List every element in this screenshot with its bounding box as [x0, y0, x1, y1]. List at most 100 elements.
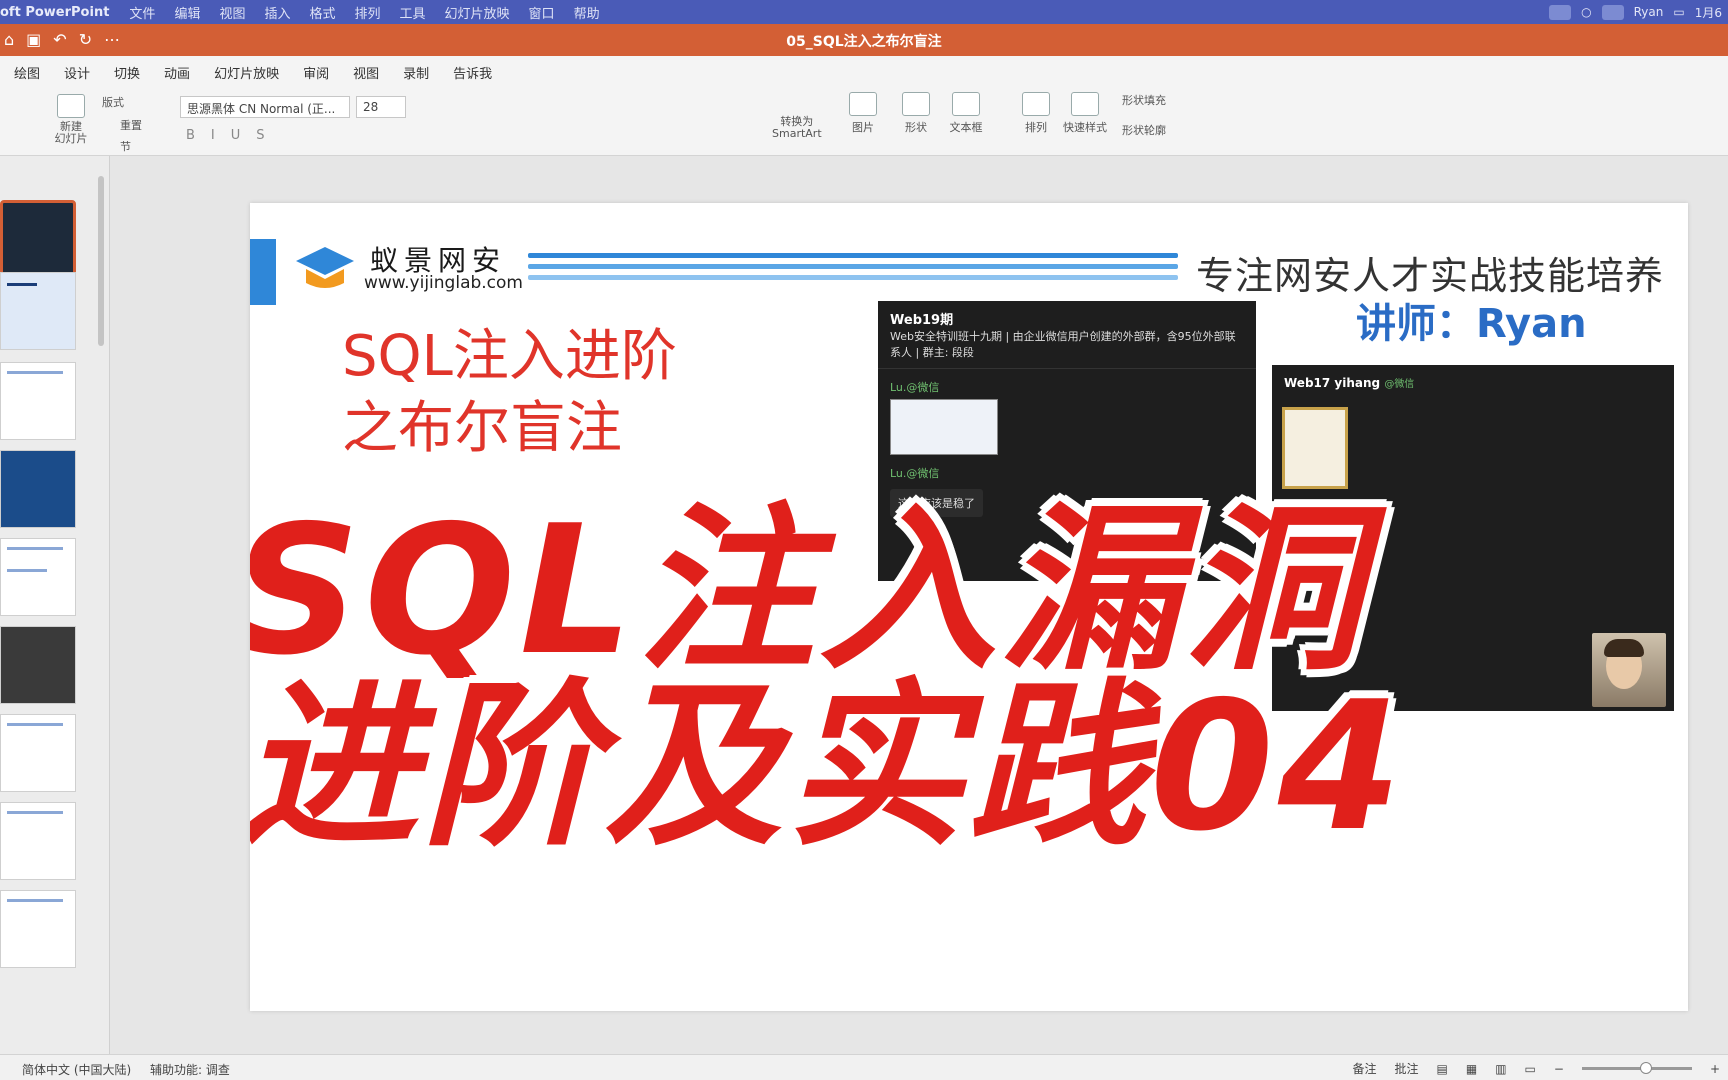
slide-thumbnail[interactable] — [0, 802, 76, 880]
slide-thumbnail[interactable] — [0, 890, 76, 968]
shape-fill-button[interactable]: 形状填充 — [1122, 92, 1166, 108]
app-name[interactable]: oft PowerPoint — [0, 5, 109, 20]
text-format-row: B I U S — [186, 128, 265, 143]
menubar-status-area: ○ Ryan ▭ 1月6 — [1549, 0, 1722, 24]
slide-thumbnail[interactable] — [0, 450, 76, 528]
menu-file[interactable]: 文件 — [129, 3, 155, 22]
user-name[interactable]: Ryan — [1634, 5, 1664, 19]
section-button[interactable]: 节 — [120, 138, 131, 154]
reading-view-icon[interactable]: ▥ — [1495, 1062, 1506, 1076]
tab-draw[interactable]: 绘图 — [14, 63, 40, 82]
shape-outline-button[interactable]: 形状轮廓 — [1122, 122, 1166, 138]
zoom-slider-knob[interactable] — [1639, 1062, 1652, 1074]
accessibility-indicator[interactable]: 辅助功能: 调查 — [150, 1061, 230, 1078]
menu-bar: oft PowerPoint 文件 编辑 视图 插入 格式 排列 工具 幻灯片放… — [0, 0, 1728, 24]
menu-tools[interactable]: 工具 — [400, 3, 426, 22]
font-size-select[interactable]: 28 — [356, 96, 406, 118]
zoom-out-icon[interactable]: − — [1554, 1062, 1564, 1076]
lecturer-name: 讲师：Ryan — [1356, 301, 1587, 347]
underline-button[interactable]: U — [231, 128, 241, 143]
slide-thumbnail[interactable] — [0, 272, 76, 350]
new-slide-label: 新建 幻灯片 — [54, 120, 88, 145]
shape-icon — [902, 92, 930, 116]
reset-button[interactable]: 重置 — [120, 117, 142, 133]
shape-button[interactable]: 形状 — [898, 92, 934, 135]
search-icon[interactable]: ○ — [1581, 5, 1591, 19]
decorative-stripes — [528, 253, 1178, 286]
input-method-icon[interactable] — [1601, 4, 1624, 20]
slide-thumbnail[interactable] — [0, 714, 76, 792]
arrange-button[interactable]: 排列 — [1018, 92, 1054, 135]
textbox-button[interactable]: 文本框 — [946, 92, 986, 135]
presenter-view-icon[interactable]: ▭ — [1525, 1062, 1536, 1076]
clock-date[interactable]: 1月6 — [1695, 4, 1722, 21]
document-title: 05_SQL注入之布尔盲注 — [786, 34, 942, 50]
slide-accent-bar — [250, 239, 276, 305]
window-title-bar: ⌂ ▣ ↶ ↻ ⋯ 05_SQL注入之布尔盲注 — [0, 24, 1728, 56]
slide-thumbnail[interactable] — [0, 538, 76, 616]
slide-thumbnail[interactable] — [0, 200, 76, 278]
new-slide-button[interactable]: 新建 幻灯片 — [48, 94, 94, 145]
tell-me-search[interactable]: 告诉我 — [453, 63, 492, 82]
subtitle-line2: 之布尔盲注 — [342, 396, 622, 461]
graduation-cap-logo — [296, 247, 354, 288]
tab-review[interactable]: 审阅 — [303, 63, 329, 82]
bold-button[interactable]: B — [186, 128, 195, 143]
ribbon-toolbar: 新建 幻灯片 版式 重置 节 思源黑体 CN Normal (正... 28 B… — [0, 88, 1728, 156]
menu-edit[interactable]: 编辑 — [174, 3, 200, 22]
zoom-slider[interactable] — [1581, 1062, 1692, 1074]
menu-format[interactable]: 格式 — [309, 3, 335, 22]
chat-header: Web19期 Web安全特训班十九期 | 由企业微信用户创建的外部群，含95位外… — [878, 301, 1256, 369]
slide-thumbnail[interactable] — [0, 362, 76, 440]
slide-subtitle: SQL注入进阶 之布尔盲注 — [342, 321, 677, 465]
slide[interactable]: 蚁景网安 www.yijinglab.com 专注网安人才实战技能培养 讲师：R… — [250, 203, 1688, 1011]
slide-sorter-icon[interactable]: ▦ — [1466, 1062, 1477, 1076]
chat-description: Web安全特训班十九期 | 由企业微信用户创建的外部群，含95位外部联系人 | … — [890, 330, 1236, 359]
slide-thumbnail[interactable] — [0, 626, 76, 704]
menu-arrange[interactable]: 排列 — [355, 3, 381, 22]
chat2-title: Web17 yihang — [1284, 376, 1381, 390]
arrange-icon — [1022, 92, 1050, 116]
chat-sender: Lu.@微信 — [890, 381, 940, 394]
menu-window[interactable]: 窗口 — [529, 3, 555, 22]
tab-design[interactable]: 设计 — [64, 63, 90, 82]
notes-button[interactable]: 备注 — [1352, 1060, 1376, 1077]
tab-transitions[interactable]: 切换 — [114, 63, 140, 82]
tab-slideshow[interactable]: 幻灯片放映 — [214, 63, 279, 82]
battery-icon[interactable]: ▭ — [1673, 5, 1684, 19]
normal-view-icon[interactable]: ▤ — [1437, 1062, 1448, 1076]
strikethrough-button[interactable]: S — [256, 128, 264, 143]
language-indicator[interactable]: 简体中文 (中国大陆) — [22, 1061, 131, 1078]
layout-button[interactable]: 版式 — [102, 94, 124, 110]
new-slide-icon — [57, 94, 85, 118]
thumbnail-scrollbar[interactable] — [98, 176, 104, 346]
textbox-icon — [952, 92, 980, 116]
tab-view[interactable]: 视图 — [353, 63, 379, 82]
ribbon-tabs: 绘图 设计 切换 动画 幻灯片放映 审阅 视图 录制 告诉我 — [0, 56, 1728, 88]
screen-mirror-icon[interactable] — [1549, 4, 1572, 20]
menu-insert[interactable]: 插入 — [264, 3, 290, 22]
menu-slideshow[interactable]: 幻灯片放映 — [445, 3, 510, 22]
picture-button[interactable]: 图片 — [845, 92, 881, 135]
chat-sender: Lu.@微信 — [890, 467, 940, 480]
chat2-tag: @微信 — [1384, 379, 1415, 390]
presenter-webcam — [1592, 633, 1666, 707]
headline-line2: 进阶及实践04 — [250, 663, 1406, 870]
tab-animations[interactable]: 动画 — [164, 63, 190, 82]
picture-icon — [849, 92, 877, 116]
comments-button[interactable]: 批注 — [1394, 1060, 1418, 1077]
menu-view[interactable]: 视图 — [219, 3, 245, 22]
zoom-in-icon[interactable]: + — [1710, 1062, 1720, 1076]
italic-button[interactable]: I — [211, 128, 215, 143]
quick-styles-button[interactable]: 快速样式 — [1060, 92, 1110, 135]
menu-help[interactable]: 帮助 — [574, 3, 600, 22]
chat-screenshot-web17: Web17 yihang @微信 — [1272, 365, 1674, 711]
chat-image-attachment — [890, 399, 998, 455]
smartart-button[interactable]: 转换为 SmartArt — [772, 116, 822, 140]
font-family-select[interactable]: 思源黑体 CN Normal (正... — [180, 96, 350, 118]
subtitle-line1: SQL注入进阶 — [342, 324, 677, 389]
tab-record[interactable]: 录制 — [403, 63, 429, 82]
status-bar-right: 备注 批注 ▤ ▦ ▥ ▭ − + — [1352, 1060, 1720, 1077]
presenter-hair — [1604, 639, 1644, 657]
quick-styles-label: 快速样式 — [1063, 121, 1107, 134]
